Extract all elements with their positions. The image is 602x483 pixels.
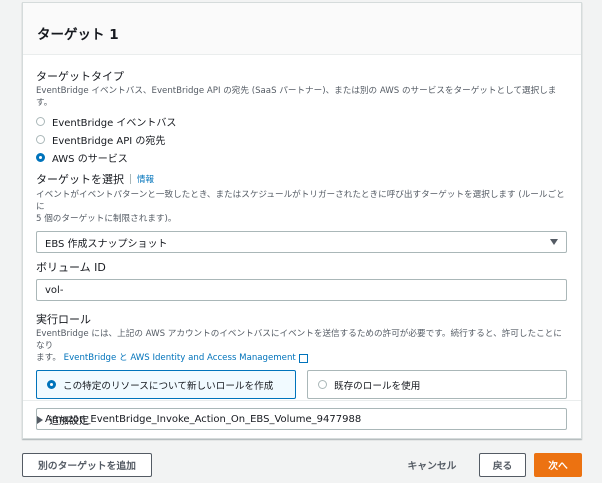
radio-label: EventBridge イベントバス [52,117,177,129]
select-target-description-1: イベントがイベントパターンと一致したとき、またはスケジュールがトリガーされたとき… [36,190,565,212]
caret-down-icon [550,239,558,245]
role-description-tail: ます。 [36,353,61,363]
volume-label: ボリューム ID [36,261,106,274]
target-type-description: EventBridge イベントバス、EventBridge API の宛先 (… [36,86,557,108]
info-link[interactable]: 情報 [137,173,154,185]
radio-label: AWS のサービス [52,153,128,165]
role-label: 実行ロール [36,313,91,326]
back-button[interactable]: 戻る [479,453,526,477]
radio-unchecked-icon [36,134,45,144]
tile-create-new-role[interactable]: この特定のリソースについて新しいロールを作成 [36,370,296,399]
tile-label: この特定のリソースについて新しいロールを作成 [63,380,274,392]
radio-eventbridge-bus[interactable]: EventBridge イベントバス [36,112,567,130]
panel-header: ターゲット 1 [23,3,581,55]
radio-unchecked-icon [36,116,45,126]
iam-link-text: EventBridge と AWS Identity and Access Ma… [63,353,296,363]
additional-settings-label: 追加設定 [49,416,89,427]
target-type-section: ターゲットタイプ EventBridge イベントバス、EventBridge … [36,68,567,166]
radio-checked-icon [36,152,45,162]
target-type-radio-group: EventBridge イベントバス EventBridge API の宛先 A… [36,112,567,166]
target-select[interactable]: EBS 作成スナップショット [36,231,567,253]
next-button[interactable]: 次へ [534,453,582,477]
radio-aws-service[interactable]: AWS のサービス [36,148,567,166]
additional-settings-toggle[interactable]: 追加設定 [23,400,581,427]
add-target-button[interactable]: 別のターゲットを追加 [22,453,152,477]
panel-body: ターゲットタイプ EventBridge イベントバス、EventBridge … [23,55,581,430]
role-description: EventBridge には、上記の AWS アカウントのイベントバスにイベント… [36,329,562,351]
divider [130,174,131,184]
role-description-tail-line: ます。 EventBridge と AWS Identity and Acces… [36,352,567,364]
target-select-value: EBS 作成スナップショット [45,238,168,250]
radio-checked-icon [47,380,56,389]
radio-eventbridge-api[interactable]: EventBridge API の宛先 [36,130,567,148]
cancel-button[interactable]: キャンセル [396,453,468,477]
radio-unchecked-icon [318,380,327,389]
radio-label: EventBridge API の宛先 [52,135,166,147]
iam-link[interactable]: EventBridge と AWS Identity and Access Ma… [64,352,308,364]
tile-label: 既存のロールを使用 [334,380,421,392]
select-target-section: ターゲットを選択 情報 イベントがイベントパターンと一致したとき、またはスケジュ… [36,171,567,253]
caret-right-icon [37,415,43,424]
target-panel: ターゲット 1 ターゲットタイプ EventBridge イベントバス、Even… [22,2,582,439]
select-target-description-2: 5 個のターゲットに制限されます)。 [36,214,177,224]
volume-id-input[interactable]: vol- [36,279,567,301]
external-link-icon [298,353,308,363]
volume-id-value: vol- [45,284,64,296]
volume-section: ボリューム ID vol- [36,259,567,301]
role-tiles: この特定のリソースについて新しいロールを作成 既存のロールを使用 [36,370,567,399]
select-target-label-line: ターゲットを選択 情報 [36,171,567,187]
tile-use-existing-role[interactable]: 既存のロールを使用 [307,370,567,399]
target-type-label: ターゲットタイプ [36,70,124,83]
select-target-label: ターゲットを選択 [36,173,124,186]
panel-title: ターゲット 1 [37,27,119,43]
